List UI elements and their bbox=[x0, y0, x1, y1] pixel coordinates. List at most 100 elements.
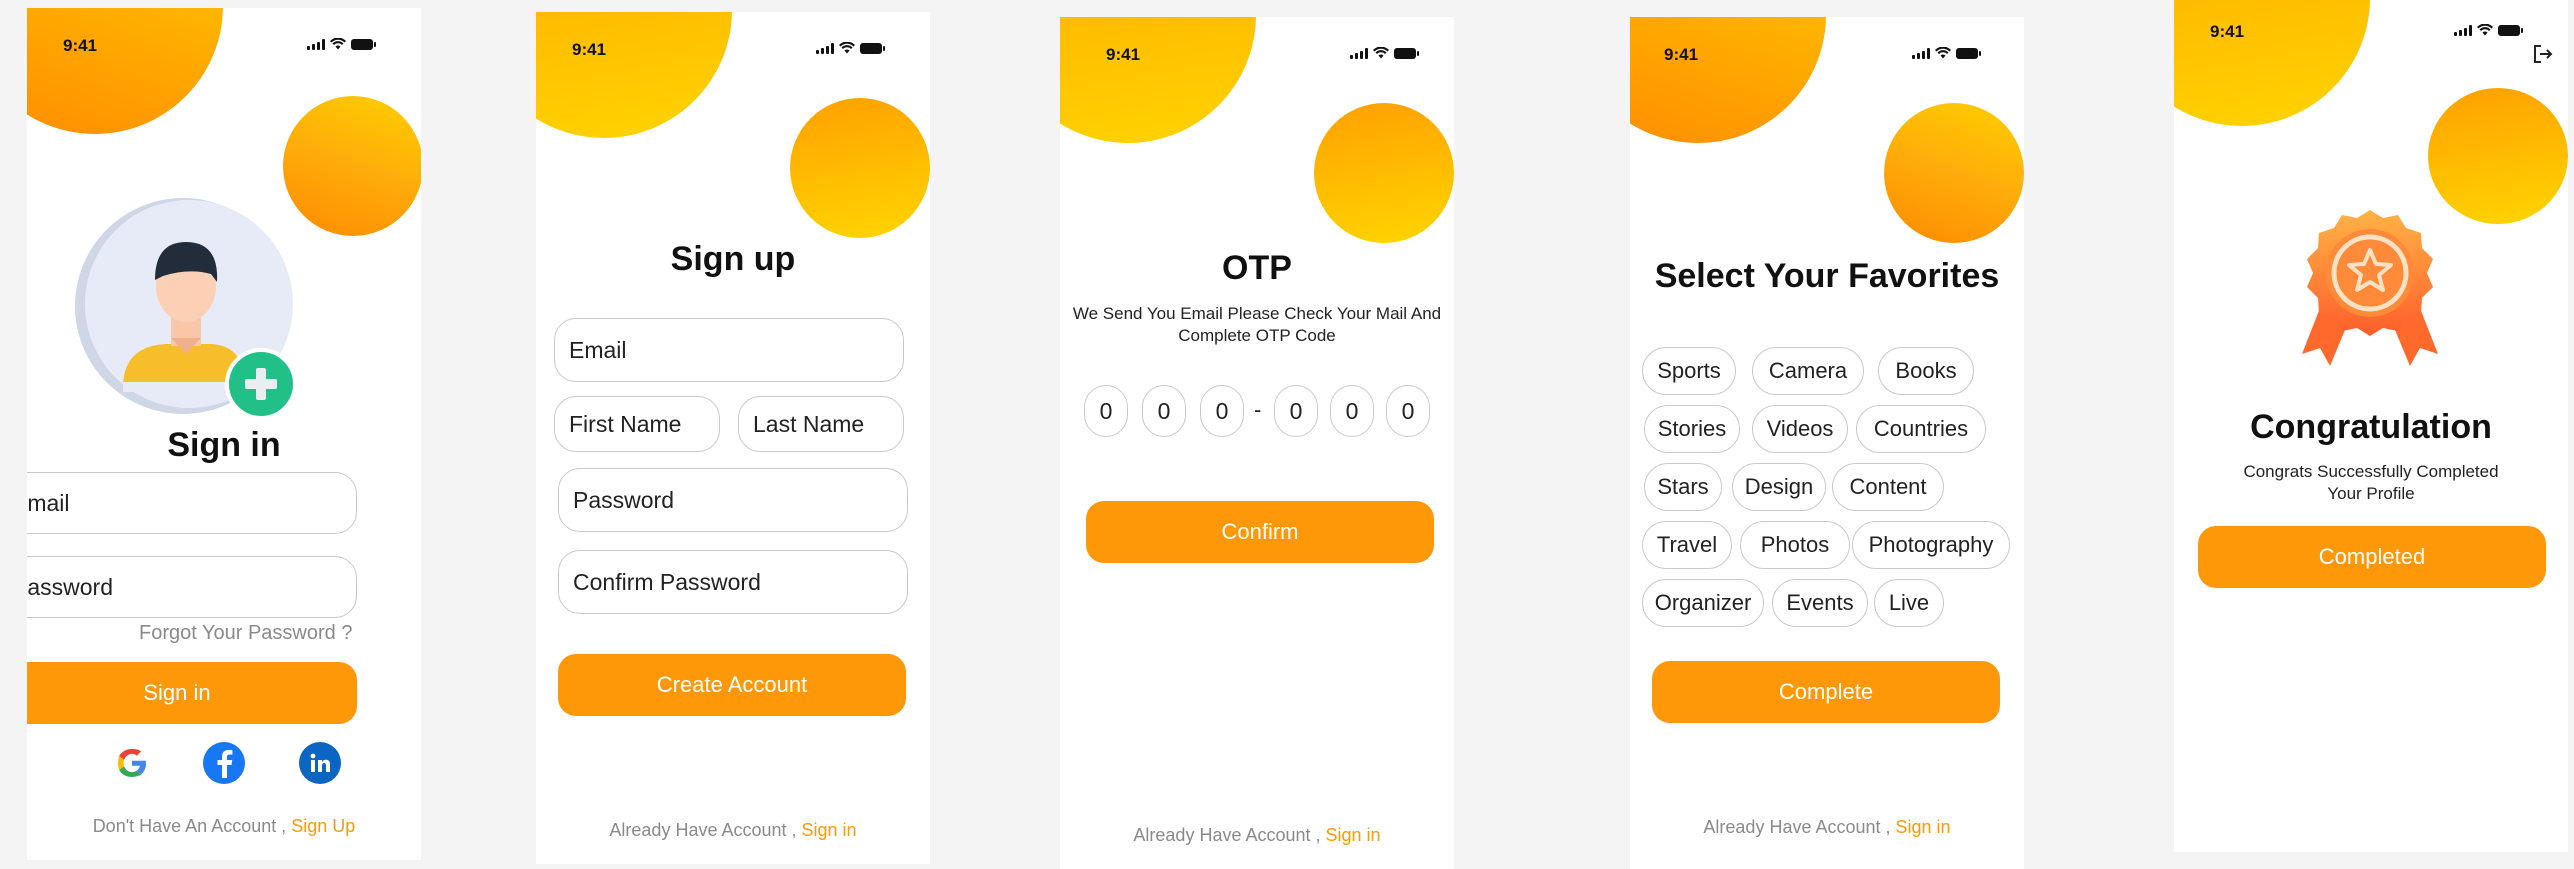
decor-circle-small bbox=[283, 96, 421, 236]
email-field[interactable]: Email bbox=[554, 318, 904, 382]
linkedin-icon[interactable] bbox=[299, 742, 341, 784]
confirm-password-field[interactable]: Confirm Password bbox=[558, 550, 908, 614]
status-time: 9:41 bbox=[572, 40, 607, 59]
password-field[interactable]: Password bbox=[558, 468, 908, 532]
chip-organizer[interactable]: Organizer bbox=[1642, 579, 1764, 627]
facebook-icon[interactable] bbox=[203, 742, 245, 784]
decor-circle-large bbox=[1060, 17, 1256, 143]
chip-design[interactable]: Design bbox=[1732, 463, 1826, 511]
status-time: 9:41 bbox=[63, 36, 98, 55]
wifi-icon bbox=[2477, 24, 2493, 36]
chip-live[interactable]: Live bbox=[1874, 579, 1944, 627]
chip-photography[interactable]: Photography bbox=[1852, 521, 2010, 569]
battery-icon bbox=[1956, 47, 1981, 59]
signin-link[interactable]: Sign in bbox=[1326, 825, 1381, 845]
footer-text: Already Have Account , bbox=[1703, 817, 1891, 837]
battery-icon bbox=[1394, 47, 1419, 59]
signal-icon bbox=[307, 38, 325, 50]
forgot-password-link[interactable]: Forgot Your Password ? bbox=[139, 622, 352, 645]
otp-digit-4[interactable]: 0 bbox=[1274, 385, 1318, 437]
otp-digit-2[interactable]: 0 bbox=[1142, 385, 1186, 437]
decor-circle-small bbox=[1884, 103, 2024, 243]
chip-books[interactable]: Books bbox=[1878, 347, 1974, 395]
page-title: Sign in bbox=[167, 426, 281, 464]
decor-circle-large bbox=[536, 12, 732, 138]
favorites-footer: Already Have Account , Sign in bbox=[1630, 817, 2024, 838]
completed-button[interactable]: Completed bbox=[2198, 526, 2546, 588]
signup-screen: 9:41 Sign up Email First Name Last Name … bbox=[536, 12, 930, 864]
status-icons bbox=[2454, 24, 2523, 36]
status-icons bbox=[816, 42, 885, 54]
award-badge-icon bbox=[2292, 206, 2448, 368]
otp-digit-1[interactable]: 0 bbox=[1084, 385, 1128, 437]
otp-digit-6[interactable]: 0 bbox=[1386, 385, 1430, 437]
signin-footer: Don't Have An Account , Sign Up bbox=[27, 816, 421, 837]
signal-icon bbox=[816, 42, 834, 54]
decor-circle-large bbox=[2174, 0, 2370, 126]
congrats-subtitle-line-2: Your Profile bbox=[2327, 484, 2415, 503]
chip-camera[interactable]: Camera bbox=[1752, 347, 1864, 395]
wifi-icon bbox=[839, 42, 855, 54]
status-icons bbox=[307, 38, 376, 50]
email-field[interactable]: Email bbox=[27, 472, 357, 534]
chip-videos[interactable]: Videos bbox=[1752, 405, 1848, 453]
signin-link[interactable]: Sign in bbox=[802, 820, 857, 840]
decor-circle-small bbox=[790, 98, 930, 238]
create-account-button[interactable]: Create Account bbox=[558, 654, 906, 716]
complete-button[interactable]: Complete bbox=[1652, 661, 2000, 723]
otp-screen: 9:41 OTP We Send You Email Please Check … bbox=[1060, 17, 1454, 869]
chip-photos[interactable]: Photos bbox=[1740, 521, 1850, 569]
status-time: 9:41 bbox=[2210, 22, 2245, 41]
google-icon[interactable] bbox=[111, 742, 153, 784]
decor-circle-large bbox=[1630, 17, 1826, 143]
congrats-screen: 9:41 Congratulation Congrats Successfull… bbox=[2174, 0, 2568, 852]
chip-countries[interactable]: Countries bbox=[1856, 405, 1986, 453]
status-icons bbox=[1912, 47, 1981, 59]
chip-travel[interactable]: Travel bbox=[1642, 521, 1732, 569]
otp-separator: - bbox=[1254, 397, 1262, 422]
status-icons bbox=[1350, 47, 1419, 59]
otp-footer: Already Have Account , Sign in bbox=[1060, 825, 1454, 846]
wifi-icon bbox=[1373, 47, 1389, 59]
chip-content[interactable]: Content bbox=[1832, 463, 1944, 511]
signin-link[interactable]: Sign in bbox=[1896, 817, 1951, 837]
page-title: OTP bbox=[1222, 249, 1292, 287]
otp-digit-3[interactable]: 0 bbox=[1200, 385, 1244, 437]
plus-icon bbox=[245, 368, 277, 400]
decor-circle-small bbox=[1314, 103, 1454, 243]
chip-sports[interactable]: Sports bbox=[1642, 347, 1736, 395]
footer-text: Don't Have An Account , bbox=[92, 816, 287, 836]
otp-digit-5[interactable]: 0 bbox=[1330, 385, 1374, 437]
chip-stories[interactable]: Stories bbox=[1644, 405, 1740, 453]
chip-stars[interactable]: Stars bbox=[1644, 463, 1722, 511]
status-time: 9:41 bbox=[1664, 45, 1699, 64]
footer-text: Already Have Account , bbox=[1133, 825, 1321, 845]
confirm-button[interactable]: Confirm bbox=[1086, 501, 1434, 563]
logout-icon[interactable] bbox=[2532, 44, 2554, 64]
decor-circle-large bbox=[27, 8, 223, 134]
last-name-field[interactable]: Last Name bbox=[738, 396, 904, 452]
favorites-screen: 9:41 Select Your Favorites Sports Camera… bbox=[1630, 17, 2024, 869]
add-photo-button[interactable] bbox=[225, 348, 297, 420]
congrats-subtitle-line-1: Congrats Successfully Completed bbox=[2243, 462, 2499, 481]
first-name-field[interactable]: First Name bbox=[554, 396, 720, 452]
chip-events[interactable]: Events bbox=[1772, 579, 1868, 627]
page-title: Congratulation bbox=[2250, 408, 2492, 446]
battery-icon bbox=[351, 38, 376, 50]
decor-circle-small bbox=[2428, 88, 2568, 224]
footer-text: Already Have Account , bbox=[609, 820, 797, 840]
signup-link[interactable]: Sign Up bbox=[291, 816, 355, 836]
page-title: Sign up bbox=[670, 240, 796, 278]
battery-icon bbox=[860, 42, 885, 54]
page-title: Select Your Favorites bbox=[1654, 257, 2000, 295]
status-time: 9:41 bbox=[1106, 45, 1141, 64]
signal-icon bbox=[2454, 24, 2472, 36]
signin-screen: 9:41 Sign in Email Password Forgot Your … bbox=[27, 8, 421, 860]
signin-button[interactable]: Sign in bbox=[27, 662, 357, 724]
otp-subtitle-line-1: We Send You Email Please Check Your Mail… bbox=[1072, 304, 1442, 323]
wifi-icon bbox=[1935, 47, 1951, 59]
password-field[interactable]: Password bbox=[27, 556, 357, 618]
otp-subtitle-line-2: Complete OTP Code bbox=[1178, 326, 1336, 345]
wifi-icon bbox=[330, 38, 346, 50]
signal-icon bbox=[1912, 47, 1930, 59]
